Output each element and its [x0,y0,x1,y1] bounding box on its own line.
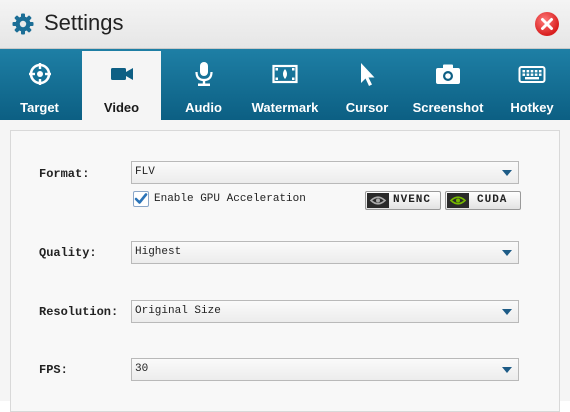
tab-audio[interactable]: Audio [164,49,243,120]
nvidia-logo-icon [447,193,469,208]
tab-cursor[interactable]: Cursor [332,49,402,120]
video-settings-panel: Format: FLV Enable GPU Acceleration NVEN… [0,120,570,412]
dropdown-arrow-icon [502,309,512,315]
fps-select[interactable]: 30 [131,358,519,381]
quality-label: Quality: [39,246,97,260]
quality-value: Highest [135,246,182,258]
dropdown-arrow-icon [502,250,512,256]
close-icon [541,18,553,30]
tab-hotkey[interactable]: Hotkey [494,49,570,120]
close-button[interactable] [535,12,559,36]
tab-label: Video [103,100,140,115]
title-bar: Settings [0,0,570,49]
tab-watermark[interactable]: Watermark [243,49,327,120]
tab-label: Hotkey [510,100,554,115]
format-value: FLV [135,166,155,178]
window-title: Settings [44,10,124,35]
dropdown-arrow-icon [502,367,512,373]
watermark-icon [272,64,298,84]
microphone-icon [194,62,213,86]
tab-label: Cursor [345,100,389,115]
camera-icon [436,64,460,84]
tab-video[interactable]: Video [82,51,161,120]
tab-label: Watermark [251,100,319,115]
gpu-acceleration-checkbox[interactable] [133,191,149,207]
tab-screenshot[interactable]: Screenshot [406,49,490,120]
fps-value: 30 [135,363,149,375]
tab-label: Screenshot [412,100,484,115]
cuda-badge: CUDA [445,191,521,210]
nvenc-label: NVENC [393,194,432,206]
nvidia-logo-icon [367,193,389,208]
checkmark-icon [134,193,148,204]
resolution-select[interactable]: Original Size [131,300,519,323]
cuda-label: CUDA [477,194,508,206]
target-icon [28,63,51,85]
settings-window: Settings Target Video Audio Watermark Cu… [0,0,570,412]
format-label: Format: [39,167,90,181]
resolution-label: Resolution: [39,305,119,319]
quality-select[interactable]: Highest [131,241,519,264]
tab-bar: Target Video Audio Watermark Cursor Scre… [0,49,570,120]
dropdown-arrow-icon [502,170,512,176]
tab-target[interactable]: Target [0,49,79,120]
fps-label: FPS: [39,363,68,377]
format-select[interactable]: FLV [131,161,519,184]
gpu-acceleration-label: Enable GPU Acceleration [154,193,306,205]
video-camera-icon [110,68,133,80]
nvenc-badge: NVENC [365,191,441,210]
cursor-icon [361,63,375,86]
settings-group: Format: FLV Enable GPU Acceleration NVEN… [10,130,560,412]
tab-label: Target [20,100,59,115]
gear-icon [12,13,34,35]
keyboard-icon [518,66,546,83]
resolution-value: Original Size [135,305,221,317]
tab-label: Audio [185,100,222,115]
